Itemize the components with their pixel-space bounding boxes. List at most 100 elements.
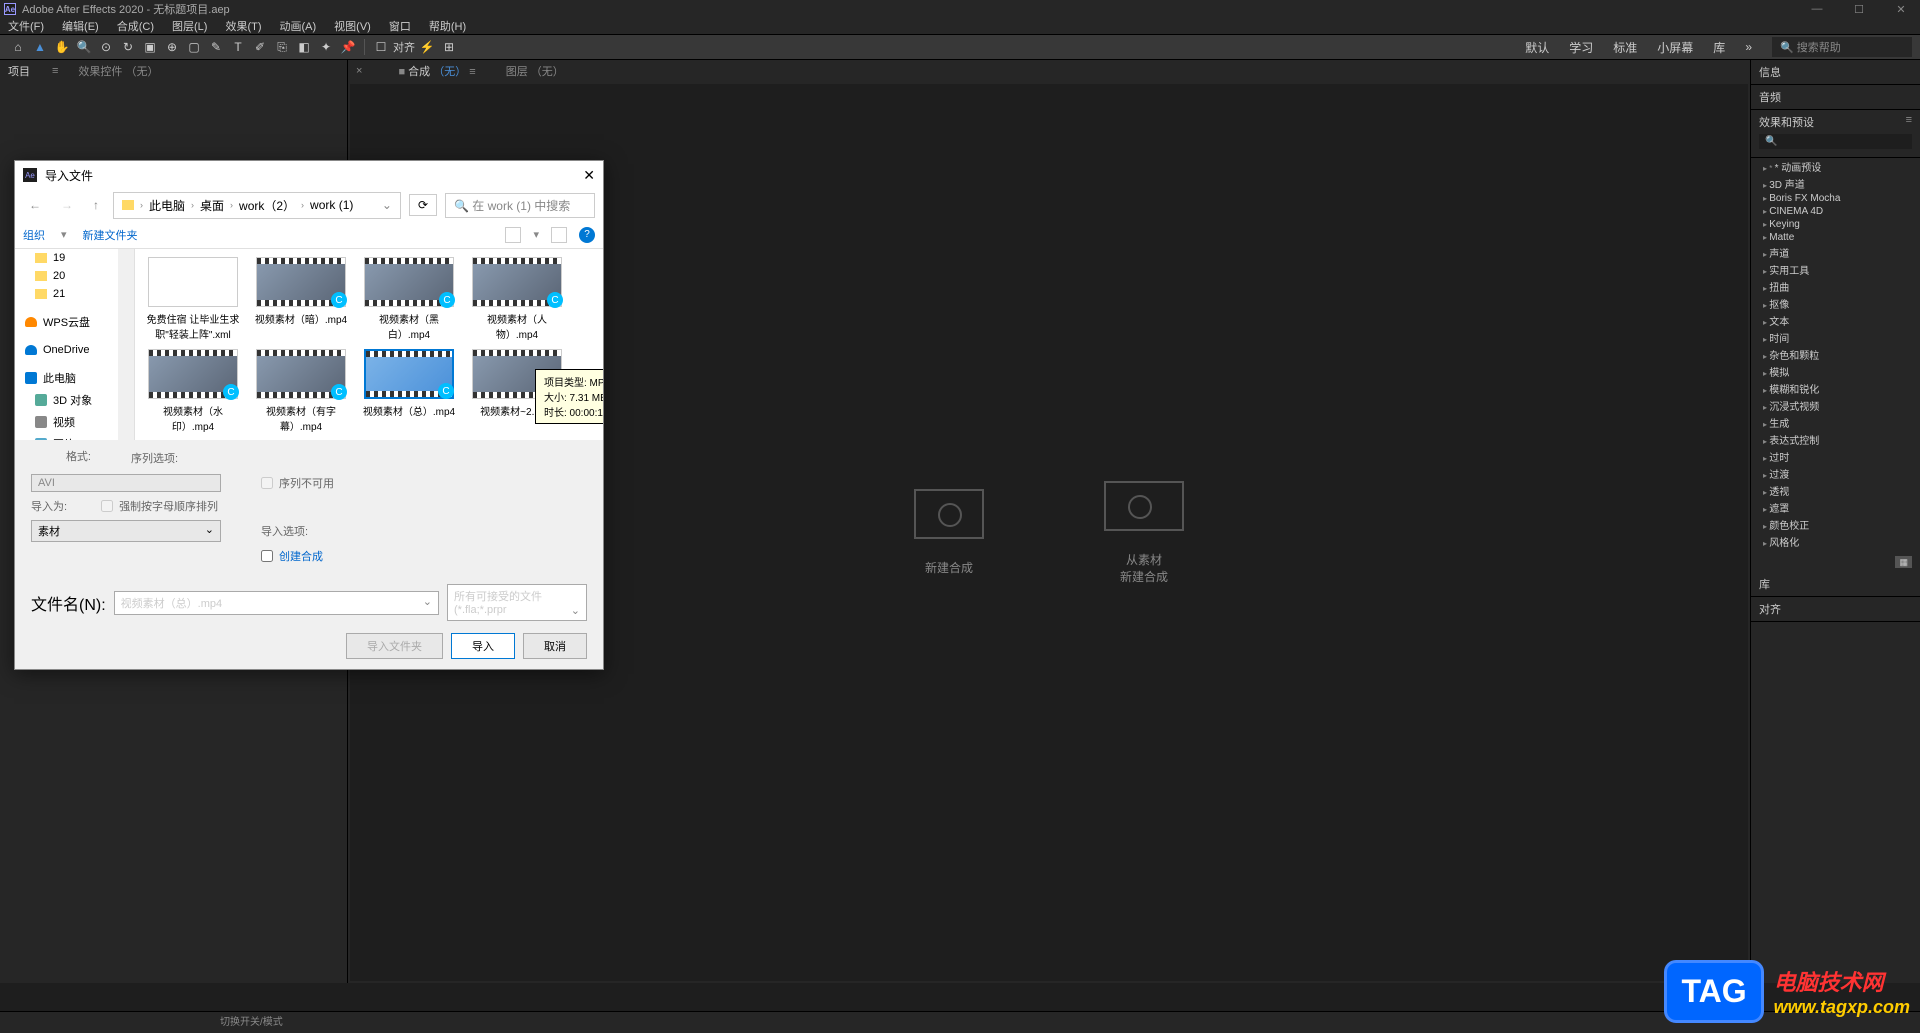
close-tab-icon[interactable]: × [356,65,362,77]
new-composition-button[interactable]: 新建合成 [914,489,984,576]
sidebar-folder-19[interactable]: 19 [15,249,134,267]
import-as-select[interactable]: 素材 ⌄ [31,520,221,542]
orbit-tool[interactable]: ⊙ [96,37,116,57]
preset-item[interactable]: 实用工具 [1759,261,1912,278]
preset-search-input[interactable]: 🔍 [1759,134,1912,149]
info-panel-header[interactable]: 信息 [1751,60,1920,85]
camera-tool[interactable]: ▣ [140,37,160,57]
clone-tool[interactable]: ⎘ [272,37,292,57]
effects-presets-header[interactable]: 效果和预设 ≡ 🔍 [1751,110,1920,158]
shape-tool[interactable]: ▢ [184,37,204,57]
preset-item[interactable]: 生成 [1759,414,1912,431]
library-panel-header[interactable]: 库 [1751,572,1920,597]
workspace-default[interactable]: 默认 [1525,39,1549,56]
sequence-unavailable-checkbox[interactable]: 序列不可用 [261,475,334,491]
nav-back-button[interactable]: ← [23,196,47,214]
filename-input[interactable]: 视频素材（总）.mp4 ⌄ [114,591,439,615]
import-button[interactable]: 导入 [451,633,515,659]
preset-item[interactable]: 文本 [1759,312,1912,329]
sidebar-onedrive[interactable]: OneDrive [15,341,134,359]
nav-up-button[interactable]: ↑ [87,196,105,214]
hand-tool[interactable]: ✋ [52,37,72,57]
workspace-library[interactable]: 库 [1713,39,1725,56]
breadcrumb-item[interactable]: work (1) [310,198,353,212]
preview-pane-button[interactable] [551,227,567,243]
format-select[interactable]: AVI [31,474,221,492]
preset-item[interactable]: 模拟 [1759,363,1912,380]
dialog-close-button[interactable]: ✕ [583,167,595,184]
import-folder-button[interactable]: 导入文件夹 [346,633,443,659]
menu-animation[interactable]: 动画(A) [280,18,317,34]
menu-window[interactable]: 窗口 [389,18,411,34]
text-tool[interactable]: T [228,37,248,57]
menu-help[interactable]: 帮助(H) [429,18,466,34]
sidebar-folder-20[interactable]: 20 [15,267,134,285]
file-item[interactable]: C视频素材（人物）.mp4 [467,257,567,341]
preset-item[interactable]: Matte [1759,231,1912,244]
file-item[interactable]: C视频素材（有字幕）.mp4 [251,349,351,433]
preset-item[interactable]: 表达式控制 [1759,431,1912,448]
new-folder-button[interactable]: 新建文件夹 [83,227,138,243]
project-tab[interactable]: 项目 [8,63,30,79]
preset-item[interactable]: 时间 [1759,329,1912,346]
pen-tool[interactable]: ✎ [206,37,226,57]
rotate-tool[interactable]: ↻ [118,37,138,57]
preset-item[interactable]: 沉浸式视频 [1759,397,1912,414]
zoom-tool[interactable]: 🔍 [74,37,94,57]
puppet-tool[interactable]: 📌 [338,37,358,57]
brush-tool[interactable]: ✐ [250,37,270,57]
preset-item[interactable]: Keying [1759,218,1912,231]
preset-item[interactable]: 风格化 [1759,533,1912,550]
composition-tab[interactable]: ■ 合成 （无） ≡ [398,63,475,79]
sidebar-folder-21[interactable]: 21 [15,285,134,303]
anchor-tool[interactable]: ⊕ [162,37,182,57]
menu-file[interactable]: 文件(F) [8,18,44,34]
help-icon[interactable]: ? [579,227,595,243]
menu-edit[interactable]: 编辑(E) [62,18,99,34]
breadcrumb-item[interactable]: work（2） [239,197,295,214]
menu-effect[interactable]: 效果(T) [225,18,261,34]
workspace-standard[interactable]: 标准 [1613,39,1637,56]
menu-view[interactable]: 视图(V) [334,18,371,34]
panel-menu-icon[interactable]: ≡ [52,65,58,77]
view-mode-button[interactable] [505,227,521,243]
minimize-button[interactable]: — [1802,3,1832,16]
preset-item[interactable]: 抠像 [1759,295,1912,312]
preset-item[interactable]: 声道 [1759,244,1912,261]
roto-tool[interactable]: ✦ [316,37,336,57]
filetype-select[interactable]: 所有可接受的文件 (*.fla;*.prpr ⌄ [447,584,587,621]
file-item[interactable]: C视频素材（水印）.mp4 [143,349,243,433]
align-panel-header[interactable]: 对齐 [1751,597,1920,622]
selection-tool[interactable]: ▲ [30,37,50,57]
sidebar-videos[interactable]: 视频 [15,411,134,433]
sidebar-3d-objects[interactable]: 3D 对象 [15,389,134,411]
dialog-search-input[interactable]: 🔍 在 work (1) 中搜索 [445,193,595,218]
grid-icon[interactable]: ⊞ [439,37,459,57]
cancel-button[interactable]: 取消 [523,633,587,659]
workspace-learn[interactable]: 学习 [1569,39,1593,56]
refresh-button[interactable]: ⟳ [409,194,437,216]
menu-layer[interactable]: 图层(L) [172,18,207,34]
preset-item[interactable]: * 动画预设 [1759,158,1912,175]
preset-item[interactable]: 遮罩 [1759,499,1912,516]
snap-icon[interactable]: ⚡ [417,37,437,57]
preset-item[interactable]: Boris FX Mocha [1759,192,1912,205]
layer-tab[interactable]: 图层 （无） [506,63,564,79]
breadcrumb-item[interactable]: 桌面 [200,197,224,214]
file-item-selected[interactable]: C视频素材（总）.mp4 [359,349,459,433]
preset-item[interactable]: 颜色校正 [1759,516,1912,533]
effects-controls-tab[interactable]: 效果控件 （无） [78,63,158,79]
organize-button[interactable]: 组织 [23,227,45,243]
audio-panel-header[interactable]: 音频 [1751,85,1920,110]
breadcrumb[interactable]: › 此电脑 › 桌面 › work（2） › work (1) ⌄ [113,192,401,219]
file-item[interactable]: C视频素材（黑白）.mp4 [359,257,459,341]
nav-forward-button[interactable]: → [55,196,79,214]
snap-toggle[interactable]: ☐ [371,37,391,57]
workspace-small[interactable]: 小屏幕 [1657,39,1693,56]
preset-item[interactable]: 透视 [1759,482,1912,499]
preset-footer-icon[interactable]: ▦ [1895,556,1912,568]
create-comp-checkbox[interactable]: 创建合成 [261,548,323,564]
preset-item[interactable]: 模糊和锐化 [1759,380,1912,397]
file-item[interactable]: 免费住宿 让毕业生求职"轻装上阵".xml [143,257,243,341]
preset-item[interactable]: 扭曲 [1759,278,1912,295]
